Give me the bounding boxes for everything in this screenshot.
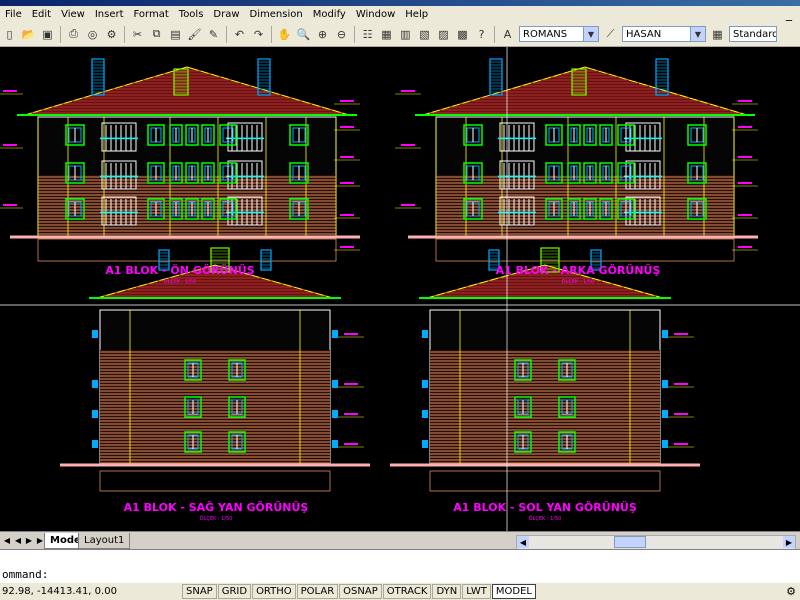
dim-style-value: HASAN <box>626 28 662 40</box>
undo-icon[interactable]: ↶ <box>231 26 248 43</box>
scrollbar-thumb[interactable] <box>614 536 646 548</box>
table-style-select[interactable]: Standard <box>729 26 777 42</box>
menu-format[interactable]: Format <box>129 9 174 20</box>
menu-tools[interactable]: Tools <box>174 9 209 20</box>
menu-draw[interactable]: Draw <box>208 9 244 20</box>
pan-icon[interactable]: ✋ <box>276 26 293 43</box>
polar-toggle[interactable]: POLAR <box>296 584 339 599</box>
properties-icon[interactable]: ☷ <box>359 26 376 43</box>
zoom-realtime-icon[interactable]: 🔍 <box>295 26 312 43</box>
status-bar: 92.98, -14413.41, 0.00 SNAP GRID ORTHO P… <box>0 583 800 600</box>
dim-style-icon: ⟋ <box>606 27 615 40</box>
view-titles: A1 BLOK - ÖN GÖRÜNÜŞ ÖLÇEK : 1/50 A1 BLO… <box>105 263 661 522</box>
drawing-canvas[interactable]: A1 BLOK - ÖN GÖRÜNÜŞ ÖLÇEK : 1/50 A1 BLO… <box>0 47 800 531</box>
menu-help[interactable]: Help <box>400 9 433 20</box>
menu-dimension[interactable]: Dimension <box>245 9 308 20</box>
view-scale-left: ÖLÇEK : 1/50 <box>529 515 562 522</box>
text-style-value: ROMANS <box>523 28 568 40</box>
dyn-toggle[interactable]: DYN <box>432 584 462 599</box>
toolbar-separator <box>226 25 227 43</box>
chevron-down-icon[interactable]: ▼ <box>583 27 598 41</box>
menu-window[interactable]: Window <box>351 9 400 20</box>
prev-tab-icon[interactable]: ◀ <box>13 534 23 547</box>
scroll-left-icon[interactable]: ◀ <box>517 536 529 548</box>
toolbar-separator <box>271 25 272 43</box>
view-title-left: A1 BLOK - SOL YAN GÖRÜNÜŞ <box>453 500 637 514</box>
toolbar-separator <box>354 25 355 43</box>
menu-modify[interactable]: Modify <box>308 9 351 20</box>
standard-toolbar: ▯ 📂 ▣ ⎙ ◎ ⚙ ✂ ⧉ ▤ 🖌 ✎ ↶ ↷ ✋ 🔍 ⊕ ⊖ ☷ ▦ ▥ … <box>0 22 800 47</box>
print-icon[interactable]: ⎙ <box>65 26 82 43</box>
toolbar-separator <box>494 25 495 43</box>
coordinate-display[interactable]: 92.98, -14413.41, 0.00 <box>0 586 182 597</box>
menu-bar: File Edit View Insert Format Tools Draw … <box>0 6 800 22</box>
command-window[interactable]: ommand: <box>0 549 800 584</box>
save-icon[interactable]: ▣ <box>39 26 56 43</box>
zoom-window-icon[interactable]: ⊕ <box>314 26 331 43</box>
otrack-toggle[interactable]: OTRACK <box>382 584 432 599</box>
text-style-select[interactable]: ROMANS ▼ <box>519 26 599 42</box>
view-title-front: A1 BLOK - ÖN GÖRÜNÜŞ <box>105 263 254 277</box>
model-toggle[interactable]: MODEL <box>491 584 536 599</box>
view-title-back: A1 BLOK - ARKA GÖRÜNÜŞ <box>496 263 661 277</box>
grid-toggle[interactable]: GRID <box>217 584 252 599</box>
sheet-set-icon[interactable]: ▧ <box>416 26 433 43</box>
table-style-value: Standard <box>733 28 776 40</box>
menu-edit[interactable]: Edit <box>27 9 56 20</box>
horizontal-scrollbar[interactable]: ◀ ▶ <box>516 535 796 550</box>
view-scale-back: ÖLÇEK : 1/50 <box>562 278 595 285</box>
paste-icon[interactable]: ▤ <box>167 26 184 43</box>
view-title-right: A1 BLOK - SAĞ YAN GÖRÜNÜŞ <box>124 500 309 514</box>
open-icon[interactable]: 📂 <box>20 26 37 43</box>
zoom-previous-icon[interactable]: ⊖ <box>333 26 350 43</box>
design-center-icon[interactable]: ▦ <box>378 26 395 43</box>
block-editor-icon[interactable]: ✎ <box>205 26 222 43</box>
view-scale-right: ÖLÇEK : 1/50 <box>200 515 233 522</box>
view-scale-front: ÖLÇEK : 1/50 <box>164 278 197 285</box>
cut-icon[interactable]: ✂ <box>129 26 146 43</box>
redo-icon[interactable]: ↷ <box>250 26 267 43</box>
first-tab-icon[interactable]: ◀ <box>2 534 12 547</box>
copy-icon[interactable]: ⧉ <box>148 26 165 43</box>
next-tab-icon[interactable]: ▶ <box>24 534 34 547</box>
plot-preview-icon[interactable]: ◎ <box>84 26 101 43</box>
calculator-icon[interactable]: ▩ <box>454 26 471 43</box>
dim-style-select[interactable]: HASAN ▼ <box>622 26 706 42</box>
command-prompt[interactable]: ommand: <box>2 568 48 581</box>
help-icon[interactable]: ? <box>473 26 490 43</box>
menu-file[interactable]: File <box>0 9 27 20</box>
snap-toggle[interactable]: SNAP <box>182 584 217 599</box>
text-style-icon: A <box>503 27 512 41</box>
new-icon[interactable]: ▯ <box>1 26 18 43</box>
scroll-right-icon[interactable]: ▶ <box>783 536 795 548</box>
publish-icon[interactable]: ⚙ <box>103 26 120 43</box>
layout-tab-bar: ◀ ◀ ▶ ▶ Model Layout1 ◀ ▶ <box>0 531 800 550</box>
toolbar-separator <box>60 25 61 43</box>
match-properties-icon[interactable]: 🖌 <box>186 26 203 43</box>
tab-layout1[interactable]: Layout1 <box>78 533 131 549</box>
tool-palettes-icon[interactable]: ▥ <box>397 26 414 43</box>
chevron-down-icon[interactable]: ▼ <box>690 27 705 41</box>
minimize-button[interactable]: _ <box>786 7 800 21</box>
tray-settings-icon[interactable]: ⚙ <box>786 585 796 598</box>
osnap-toggle[interactable]: OSNAP <box>339 584 382 599</box>
menu-insert[interactable]: Insert <box>90 9 129 20</box>
lwt-toggle[interactable]: LWT <box>462 584 491 599</box>
menu-view[interactable]: View <box>56 9 90 20</box>
toolbar-separator <box>124 25 125 43</box>
table-style-icon: ▦ <box>712 27 723 41</box>
markup-icon[interactable]: ▨ <box>435 26 452 43</box>
ortho-toggle[interactable]: ORTHO <box>252 584 296 599</box>
